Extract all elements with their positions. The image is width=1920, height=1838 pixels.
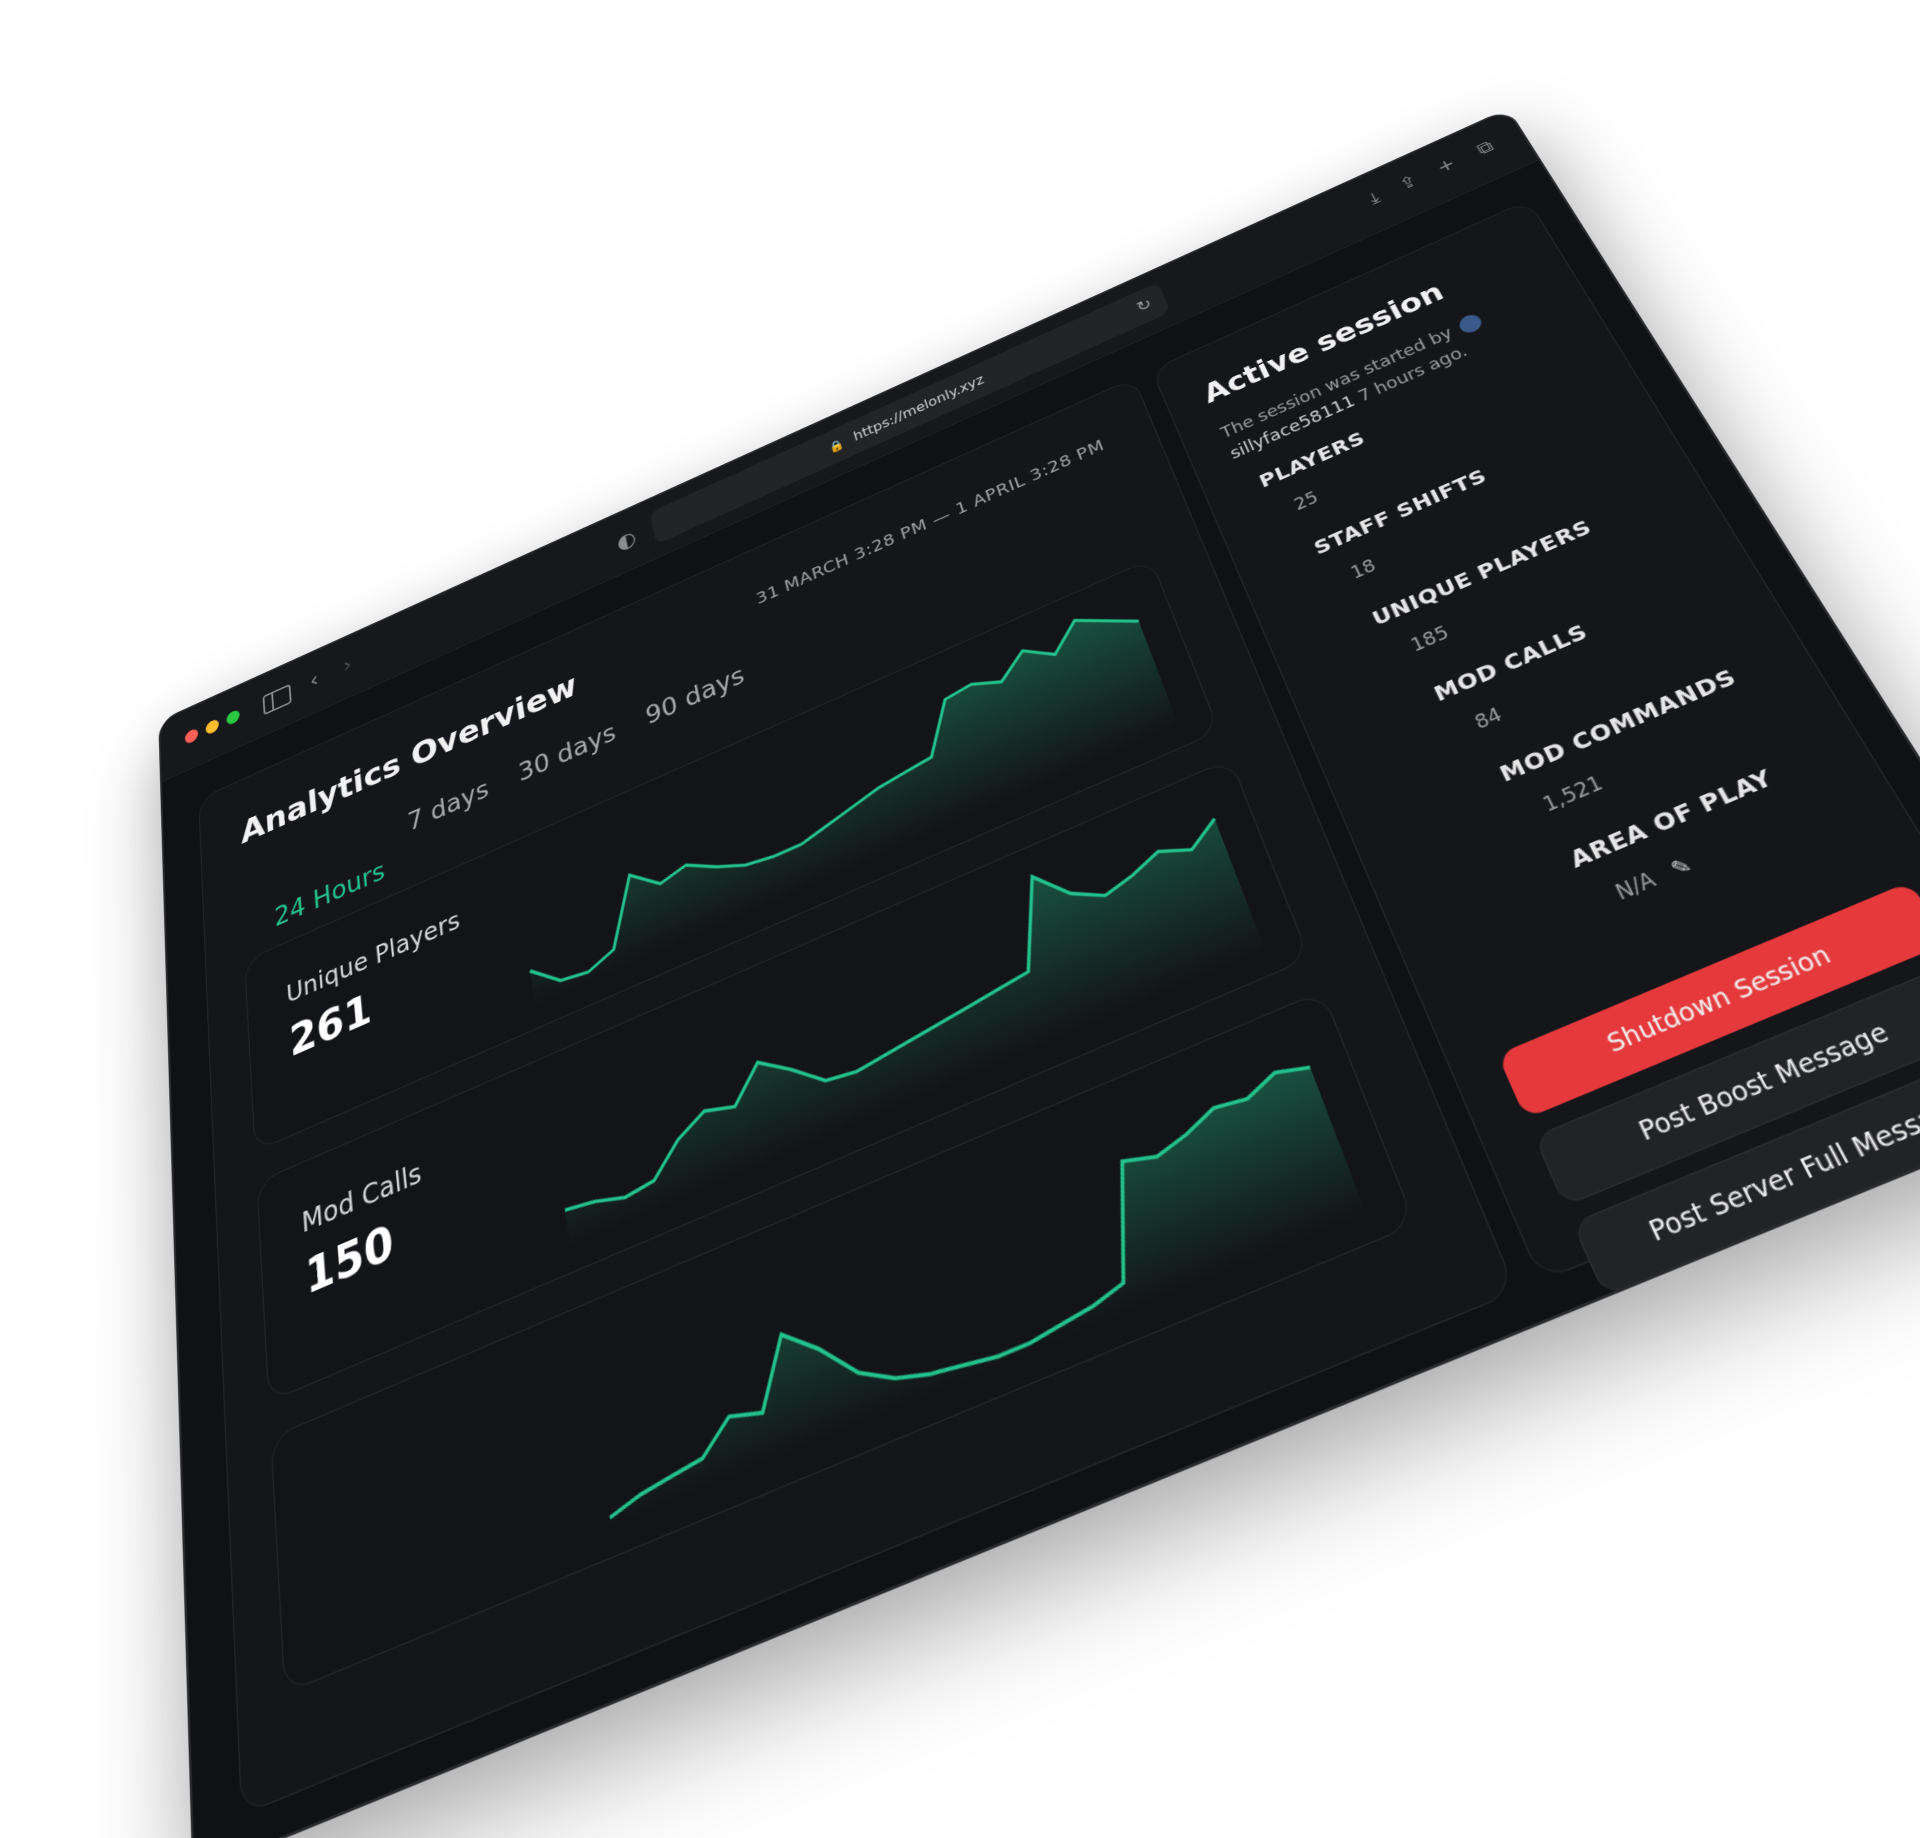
privacy-shield-icon[interactable]: ◐: [615, 523, 639, 557]
area-of-play-value: N/A: [1612, 868, 1660, 906]
new-tab-icon[interactable]: +: [1433, 153, 1458, 176]
tab-30-days[interactable]: 30 days: [517, 719, 618, 788]
maximize-window-button[interactable]: [226, 708, 240, 726]
page-content: Analytics Overview 31 MARCH 3:28 PM — 1 …: [162, 160, 1920, 1838]
tab-90-days[interactable]: 90 days: [643, 662, 747, 731]
lock-icon: 🔒: [828, 437, 846, 455]
close-window-button[interactable]: [185, 727, 198, 745]
avatar: [1457, 311, 1486, 335]
stage: ‹ › ◐ 🔒 https://melonly.xyz ↻ ⤓ ⇪ + ⧉ An…: [0, 0, 1920, 1080]
edit-icon[interactable]: ✎: [1667, 853, 1696, 883]
forward-icon[interactable]: ›: [342, 650, 353, 681]
tab-7-days[interactable]: 7 days: [406, 775, 490, 837]
card-label: Unique Players: [285, 906, 461, 1009]
minimize-window-button[interactable]: [205, 718, 219, 736]
reload-icon[interactable]: ↻: [1131, 288, 1158, 324]
download-icon[interactable]: ⤓: [1365, 188, 1382, 208]
back-icon[interactable]: ‹: [309, 665, 320, 696]
tab-overview-icon[interactable]: ⧉: [1473, 136, 1496, 158]
share-icon[interactable]: ⇪: [1395, 171, 1420, 194]
browser-window: ‹ › ◐ 🔒 https://melonly.xyz ↻ ⤓ ⇪ + ⧉ An…: [158, 108, 1920, 1838]
sidebar-toggle-icon[interactable]: [263, 684, 292, 716]
